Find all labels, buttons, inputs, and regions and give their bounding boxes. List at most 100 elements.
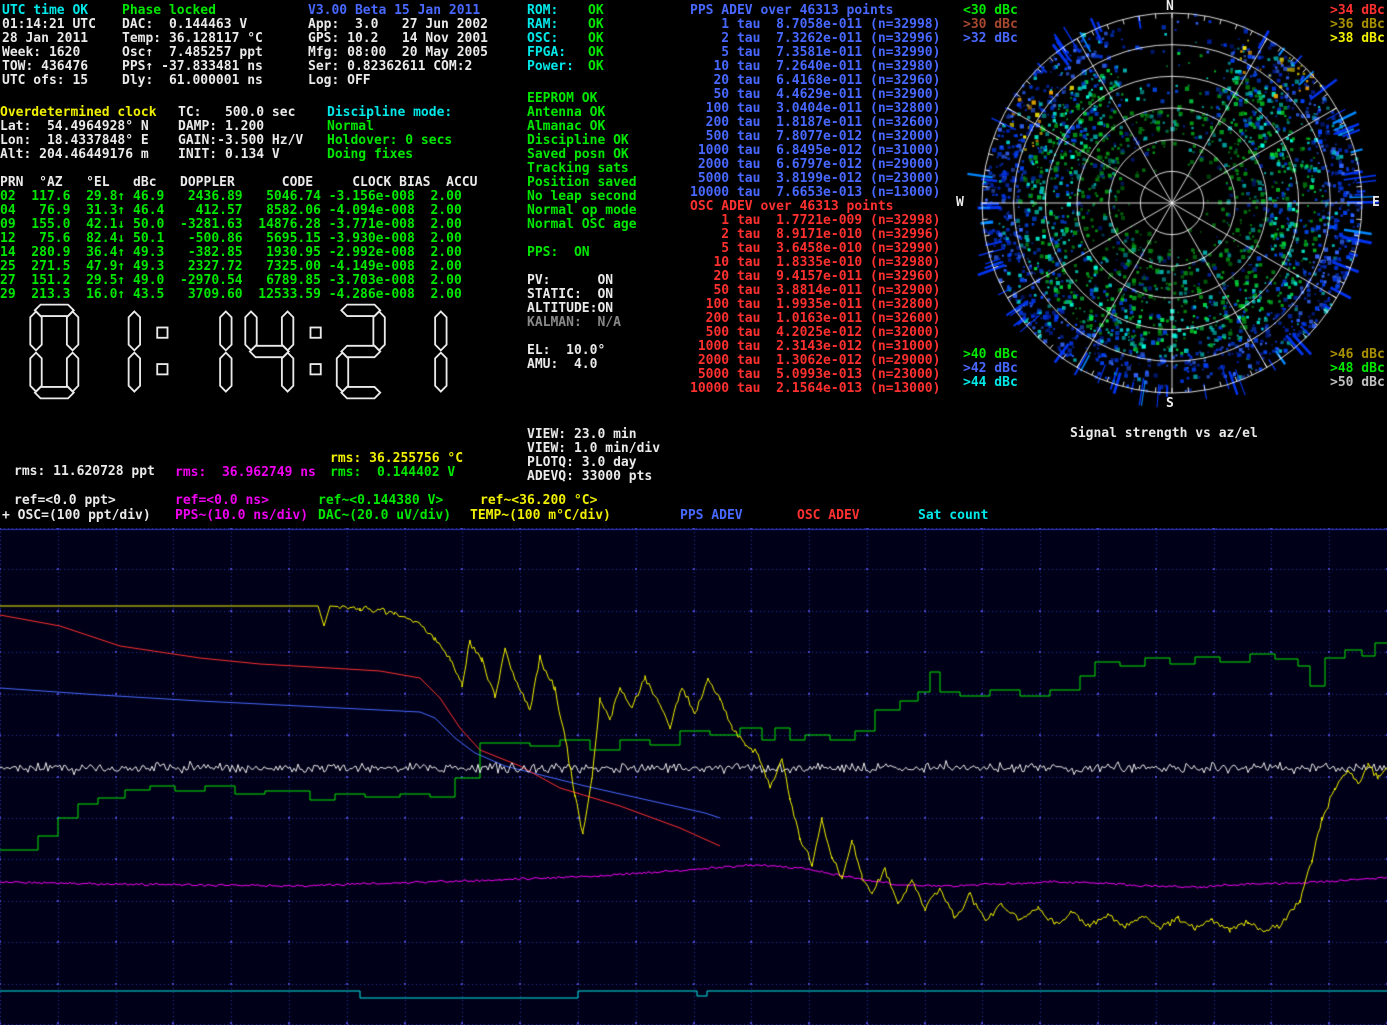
mfg-date: Mfg: 08:00 20 May 2005 (308, 46, 488, 60)
status-osc-age: Normal OSC age (527, 218, 637, 232)
pps-value: PPS↑ -37.833481 ns (122, 60, 263, 74)
dbc-legend-item: >40 dBc (963, 348, 1018, 362)
pps-adev-row: 1000 tau 6.8495e-012 (n=31000) (690, 144, 940, 158)
log-status: Log: OFF (308, 74, 371, 88)
pps-adev-row: 10 tau 7.2640e-011 (n=32980) (690, 60, 940, 74)
big-clock (28, 302, 458, 401)
view-res: VIEW: 1.0 min/div (527, 442, 660, 456)
pps-adev-row: 5000 tau 3.8199e-012 (n=23000) (690, 172, 940, 186)
gps-week: Week: 1620 (2, 46, 80, 60)
clock-mode-title: Overdetermined clock (0, 106, 157, 120)
pps-adev-plot-label: PPS ADEV (680, 509, 743, 523)
sat-row: 04 76.9 31.3↑ 46.4 412.57 8582.06 -4.094… (0, 204, 462, 218)
osc-value: Osc↑ 7.485257 ppt (122, 46, 263, 60)
status-discipline: Discipline OK (527, 134, 629, 148)
amu-mask: AMU: 4.0 (527, 358, 597, 372)
serial-number: Ser: 0.82362611 COM:2 (308, 60, 472, 74)
temp-value: Temp: 36.128117 °C (122, 32, 263, 46)
holdover-value: Holdover: 0 secs (327, 134, 452, 148)
discipline-mode-label: Discipline mode: (327, 106, 452, 120)
dbc-legend-item: >36 dBc (1330, 18, 1385, 32)
rms-osc: rms: 11.620728 ppt (14, 465, 155, 479)
sat-row: 29 213.3 16.0↑ 43.5 3709.60 12533.59 -4.… (0, 288, 462, 302)
gain-value: GAIN:-3.500 Hz/V (178, 134, 303, 148)
scale-dac: DAC~(20.0 uV/div) (318, 509, 451, 523)
power-status-value: OK (588, 60, 604, 74)
lat-value: Lat: 54.4964928° N (0, 120, 149, 134)
fpga-status-label: FPGA: (527, 46, 566, 60)
gps-tow: TOW: 436476 (2, 60, 88, 74)
utc-offset: UTC ofs: 15 (2, 74, 88, 88)
dbc-legend-item: >34 dBc (1330, 4, 1385, 18)
status-op-mode: Normal op mode (527, 204, 637, 218)
dbc-legend-item: >48 dBc (1330, 362, 1385, 376)
sat-row: 09 155.0 42.1↓ 50.0 -3281.63 14876.28 -3… (0, 218, 462, 232)
power-status-label: Power: (527, 60, 574, 74)
osc-status-value: OK (588, 32, 604, 46)
ram-status-value: OK (588, 18, 604, 32)
lon-value: Lon: 18.4337848° E (0, 134, 149, 148)
phase-status: Phase locked (122, 4, 216, 18)
osc-adev-row: 1 tau 1.7721e-009 (n=32998) (690, 214, 940, 228)
polar-canvas[interactable] (955, 0, 1387, 420)
pps-adev-row: 1 tau 8.7058e-011 (n=32998) (690, 18, 940, 32)
rms-dac: rms: 0.144402 V (330, 466, 455, 480)
osc-adev-row: 100 tau 1.9935e-011 (n=32800) (690, 298, 940, 312)
sat-row: 25 271.5 47.9↑ 49.3 2327.72 7325.00 -4.1… (0, 260, 462, 274)
pps-adev-row: 20 tau 6.4168e-011 (n=32960) (690, 74, 940, 88)
pps-adev-row: 500 tau 7.8077e-012 (n=32000) (690, 130, 940, 144)
sat-row: 02 117.6 29.8↑ 46.9 2436.89 5046.74 -3.1… (0, 190, 462, 204)
ref-pps: ref=<0.0 ns> (175, 494, 269, 508)
dly-value: Dly: 61.000001 ns (122, 74, 263, 88)
program-version: V3.00 Beta 15 Jan 2011 (308, 4, 480, 18)
pps-adev-row: 10000 tau 7.6653e-013 (n=13000) (690, 186, 940, 200)
gps-version: GPS: 10.2 14 Nov 2001 (308, 32, 488, 46)
dbc-legend-item: <30 dBc (963, 4, 1018, 18)
dbc-legend-item: >50 dBc (1330, 376, 1385, 390)
current-date: 28 Jan 2011 (2, 32, 88, 46)
osc-adev-row: 10 tau 1.8335e-010 (n=32980) (690, 256, 940, 270)
status-almanac: Almanac OK (527, 120, 605, 134)
dbc-legend-item: >42 dBc (963, 362, 1018, 376)
osc-adev-title: OSC ADEV over 46313 points (690, 200, 894, 214)
osc-adev-row: 500 tau 4.2025e-012 (n=32000) (690, 326, 940, 340)
pps-adev-row: 100 tau 3.0404e-011 (n=32800) (690, 102, 940, 116)
osc-adev-plot-label: OSC ADEV (797, 509, 860, 523)
history-plot-canvas[interactable] (0, 528, 1387, 1025)
init-value: INIT: 0.134 V (178, 148, 280, 162)
altitude-state: ALTITUDE:ON (527, 302, 613, 316)
plot-queue: PLOTQ: 3.0 day (527, 456, 637, 470)
pv-state: PV: ON (527, 274, 613, 288)
pps-adev-row: 2000 tau 6.6797e-012 (n=29000) (690, 158, 940, 172)
fpga-status-value: OK (588, 46, 604, 60)
sat-row: 27 151.2 29.5↑ 49.0 -2970.54 6789.85 -3.… (0, 274, 462, 288)
el-mask: EL: 10.0° (527, 344, 605, 358)
polar-label-west: W (956, 196, 964, 210)
status-saved-posn: Saved posn OK (527, 148, 629, 162)
osc-status-label: OSC: (527, 32, 558, 46)
status-leap-second: No leap second (527, 190, 637, 204)
osc-adev-row: 2000 tau 1.3062e-012 (n=29000) (690, 354, 940, 368)
rom-status-value: OK (588, 4, 604, 18)
dac-value: DAC: 0.144463 V (122, 18, 247, 32)
status-position-saved: Position saved (527, 176, 637, 190)
polar-caption: Signal strength vs az/el (1070, 427, 1258, 441)
alt-value: Alt: 204.46449176 m (0, 148, 149, 162)
pps-adev-row: 5 tau 7.3581e-011 (n=32990) (690, 46, 940, 60)
pps-adev-row: 200 tau 1.8187e-011 (n=32600) (690, 116, 940, 130)
dbc-legend-item: >32 dBc (963, 32, 1018, 46)
polar-label-north: N (1166, 0, 1174, 14)
rms-temp: rms: 36.255756 °C (330, 452, 463, 466)
osc-adev-row: 5 tau 3.6458e-010 (n=32990) (690, 242, 940, 256)
dbc-legend-item: >38 dBc (1330, 32, 1385, 46)
osc-adev-row: 1000 tau 2.3143e-012 (n=31000) (690, 340, 940, 354)
polar-label-south: S (1166, 397, 1174, 411)
dbc-legend-item: >46 dBc (1330, 348, 1385, 362)
app-version: App: 3.0 27 Jun 2002 (308, 18, 488, 32)
damp-value: DAMP: 1.200 (178, 120, 264, 134)
status-eeprom: EEPROM OK (527, 92, 597, 106)
dbc-legend-item: >30 dBc (963, 18, 1018, 32)
pps-adev-row: 50 tau 4.4629e-011 (n=32900) (690, 88, 940, 102)
status-tracking: Tracking sats (527, 162, 629, 176)
pps-state: PPS: ON (527, 246, 590, 260)
